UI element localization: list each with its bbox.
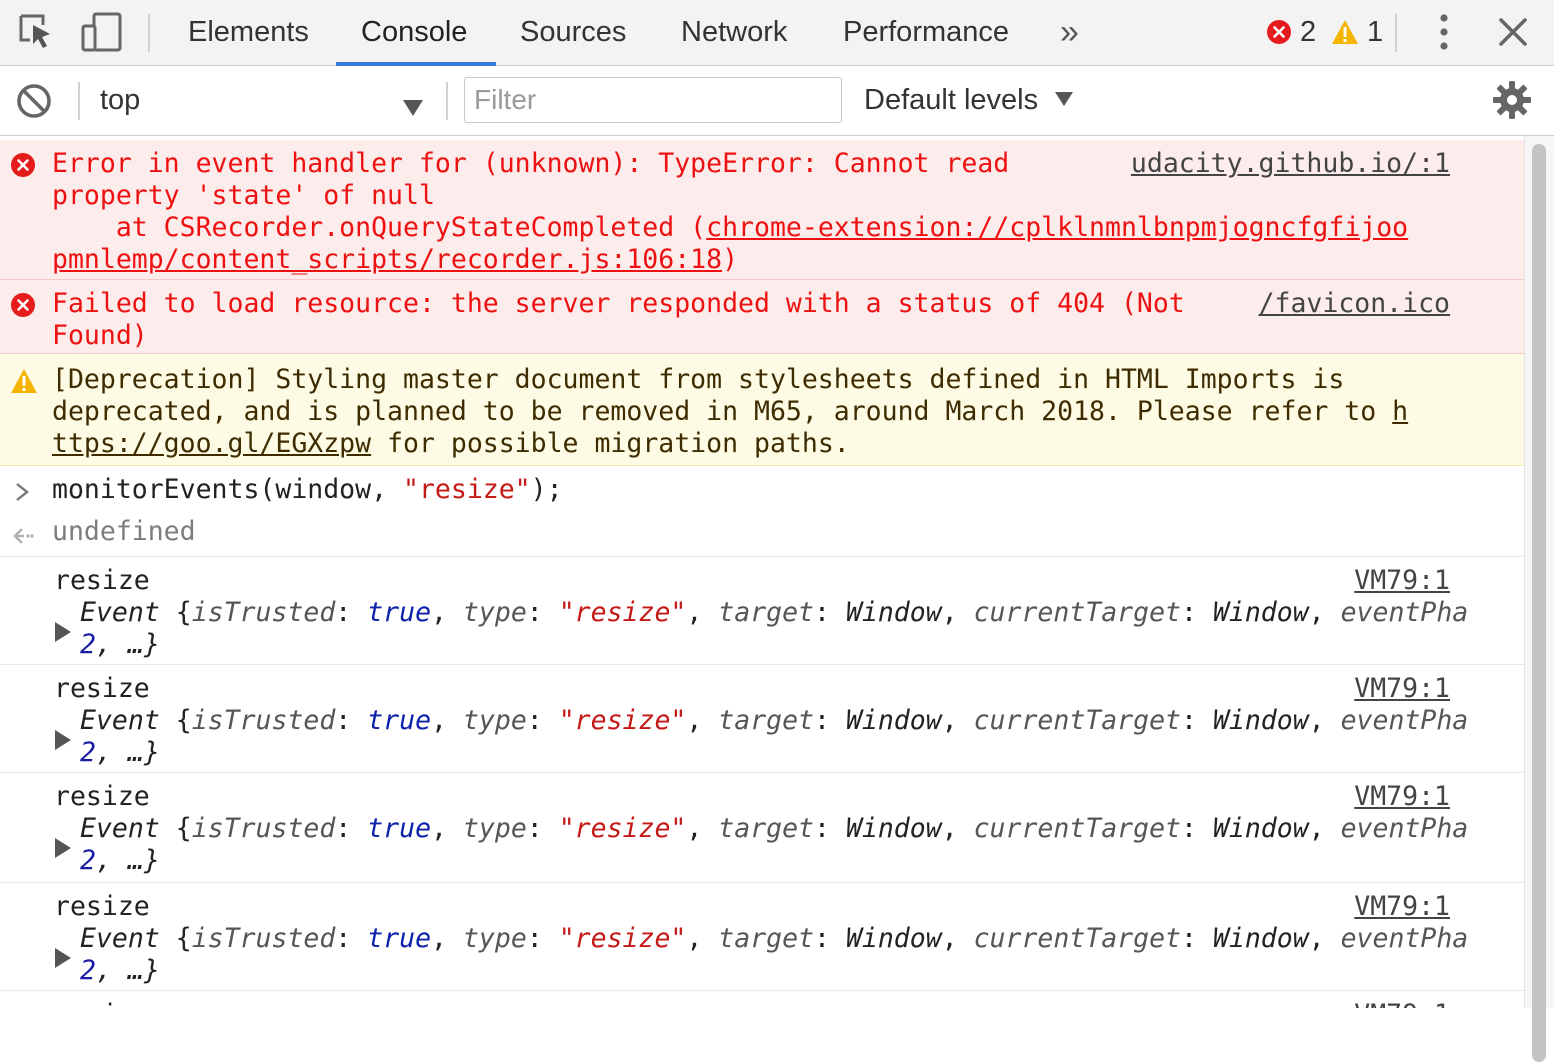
source-link[interactable]: VM79:1 (1354, 999, 1450, 1008)
event-log-row: resize VM79:1 Event {isTrusted: true, ty… (0, 773, 1524, 883)
gear-icon[interactable] (1490, 78, 1534, 122)
warning-icon (1331, 19, 1359, 45)
console-input-echo: monitorEvents(window, "resize"); (0, 466, 1524, 510)
event-object-preview-tail: 2, …} (80, 629, 160, 660)
toolbar-divider (446, 82, 448, 120)
source-link[interactable]: /favicon.ico (1259, 288, 1450, 320)
console-result: undefined (0, 510, 1524, 557)
tab-performance[interactable]: Performance (843, 0, 1009, 66)
expand-triangle-icon[interactable] (54, 619, 72, 651)
error-message: Error in event handler for (unknown): Ty… (0, 140, 1524, 280)
message-line: Found) (52, 320, 148, 351)
toolbar-divider (78, 82, 80, 120)
tab-console[interactable]: Console (361, 0, 467, 66)
event-log-row: resize VM79:1 (0, 991, 1524, 1008)
command-code: monitorEvents(window, (52, 474, 403, 505)
warning-count: 1 (1367, 15, 1384, 48)
stack-trace-line: at CSRecorder.onQueryStateCompleted (chr… (52, 212, 1408, 244)
console-messages: Error in event handler for (unknown): Ty… (0, 136, 1524, 1008)
source-link[interactable]: VM79:1 (1354, 565, 1450, 597)
devtools-tabbar: Elements Console Sources Network Perform… (0, 0, 1554, 66)
message-line: [Deprecation] Styling master document fr… (52, 364, 1345, 395)
tab-network[interactable]: Network (681, 0, 787, 66)
message-text: deprecated, and is planned to be removed… (52, 396, 1393, 427)
warning-counter[interactable]: 1 (1331, 14, 1383, 50)
event-label: resize (54, 891, 150, 922)
log-levels-label: Default levels (864, 84, 1039, 116)
error-icon (10, 152, 36, 178)
close-icon[interactable] (1491, 10, 1535, 54)
command-string: "resize" (403, 474, 531, 505)
chevron-right-icon (14, 478, 30, 510)
tab-elements[interactable]: Elements (188, 0, 309, 66)
clear-console-icon[interactable] (12, 79, 56, 123)
more-options-icon[interactable] (1422, 10, 1466, 54)
stack-trace-link[interactable]: chrome-extension://cplklnmnlbnpmjogncfgf… (706, 212, 1408, 243)
source-link[interactable]: VM79:1 (1354, 673, 1450, 705)
event-label: resize (54, 565, 150, 596)
error-counter[interactable]: 2 (1266, 14, 1316, 50)
event-label: resize (54, 781, 150, 812)
toolbar-divider (148, 14, 150, 52)
context-selector[interactable]: top (100, 84, 430, 120)
message-text: for possible migration paths. (371, 428, 850, 459)
expand-triangle-icon[interactable] (54, 945, 72, 977)
expand-triangle-icon[interactable] (54, 835, 72, 867)
event-object-preview[interactable]: Event {isTrusted: true, type: "resize", … (80, 705, 1468, 737)
event-object-preview[interactable]: Event {isTrusted: true, type: "resize", … (80, 923, 1468, 955)
event-label: resize (54, 673, 150, 704)
message-line: Failed to load resource: the server resp… (52, 288, 1185, 319)
event-log-row: resize VM79:1 Event {isTrusted: true, ty… (0, 883, 1524, 991)
log-levels-dropdown[interactable]: Default levels (864, 82, 1074, 117)
warning-link[interactable]: ttps://goo.gl/EGXzpw (52, 428, 371, 459)
event-object-preview[interactable]: Event {isTrusted: true, type: "resize", … (80, 813, 1468, 845)
return-arrow-icon (12, 522, 34, 554)
warning-icon (10, 368, 37, 394)
device-toolbar-icon[interactable] (80, 10, 124, 54)
warning-link[interactable]: h (1392, 396, 1408, 427)
stack-trace-line: pmnlemp/content_scripts/recorder.js:106:… (52, 244, 738, 276)
console-toolbar: top Default levels (0, 66, 1554, 136)
chevron-down-icon (402, 92, 424, 125)
inspect-element-icon[interactable] (14, 10, 58, 54)
filter-input[interactable] (465, 78, 834, 122)
error-icon (1266, 19, 1292, 45)
warning-message: [Deprecation] Styling master document fr… (0, 354, 1524, 466)
stack-trace-suffix: ) (722, 244, 739, 275)
source-link[interactable]: VM79:1 (1354, 781, 1450, 813)
event-object-preview-tail: 2, …} (80, 845, 160, 876)
event-log-row: resize VM79:1 Event {isTrusted: true, ty… (0, 557, 1524, 665)
command-code: ); (530, 474, 563, 505)
error-message: Failed to load resource: the server resp… (0, 280, 1524, 354)
stack-trace-link[interactable]: pmnlemp/content_scripts/recorder.js:106:… (52, 244, 722, 275)
more-tabs-button[interactable]: » (1060, 0, 1079, 66)
error-count: 2 (1300, 15, 1317, 48)
event-object-preview[interactable]: Event {isTrusted: true, type: "resize", … (80, 597, 1468, 629)
event-object-preview-tail: 2, …} (80, 737, 160, 768)
event-label: resize (54, 999, 150, 1008)
chevron-down-icon (1054, 82, 1074, 115)
message-line: Error in event handler for (unknown): Ty… (52, 148, 1010, 179)
message-line: deprecated, and is planned to be removed… (52, 396, 1408, 428)
event-log-row: resize VM79:1 Event {isTrusted: true, ty… (0, 665, 1524, 773)
expand-triangle-icon[interactable] (54, 727, 72, 759)
message-line: property 'state' of null (52, 180, 435, 211)
command-text: monitorEvents(window, "resize"); (52, 474, 563, 506)
scrollbar-thumb[interactable] (1532, 144, 1546, 1062)
tab-sources[interactable]: Sources (520, 0, 626, 66)
source-link[interactable]: VM79:1 (1354, 891, 1450, 923)
toolbar-divider (1395, 14, 1397, 52)
filter-box (464, 77, 842, 123)
console-scrollbar[interactable] (1524, 136, 1554, 1062)
source-link[interactable]: udacity.github.io/:1 (1131, 148, 1450, 180)
event-object-preview-tail: 2, …} (80, 955, 160, 986)
message-line: ttps://goo.gl/EGXzpw for possible migrat… (52, 428, 850, 460)
error-icon (10, 292, 36, 318)
stack-trace-prefix: at CSRecorder.onQueryStateCompleted ( (52, 212, 707, 243)
result-value: undefined (52, 516, 196, 547)
context-selector-value: top (100, 84, 141, 116)
